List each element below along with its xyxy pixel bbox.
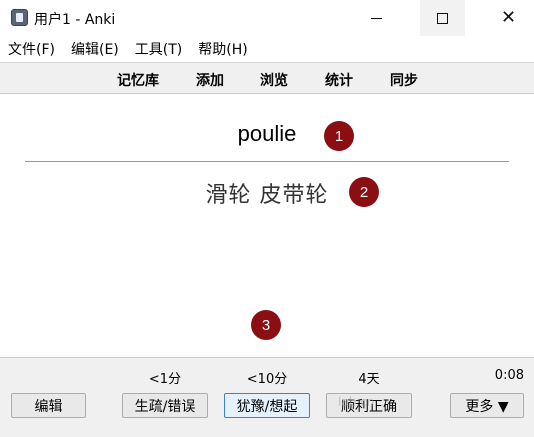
menu-file[interactable]: 文件(F): [8, 39, 55, 59]
menu-bar: 文件(F) 编辑(E) 工具(T) 帮助(H): [0, 38, 534, 60]
minimize-button[interactable]: [354, 0, 399, 36]
menu-edit[interactable]: 编辑(E): [71, 39, 119, 59]
edit-button[interactable]: 编辑: [11, 393, 86, 418]
annotation-marker-1: 1: [324, 121, 354, 151]
card-back-text: 滑轮 皮带轮: [205, 183, 329, 208]
minimize-icon: [371, 17, 382, 19]
interval-good: 4天: [358, 372, 380, 387]
menu-tools[interactable]: 工具(T): [135, 39, 182, 59]
annotation-marker-2: 2: [349, 177, 379, 207]
toolbar-add-link[interactable]: 添加: [196, 70, 224, 90]
toolbar-browse-link[interactable]: 浏览: [260, 70, 288, 90]
close-icon: ✕: [500, 7, 517, 28]
maximize-button[interactable]: [420, 0, 465, 36]
more-button[interactable]: 更多 ▼: [450, 393, 524, 418]
maximize-icon: [437, 12, 448, 24]
card-view: poulie 1 滑轮 皮带轮 2 3: [0, 95, 534, 357]
interval-again: <1分: [148, 372, 182, 387]
title-bar: 用户1 - Anki ✕: [0, 0, 534, 36]
window-title: 用户1 - Anki: [34, 12, 116, 28]
review-timer: 0:08: [494, 368, 524, 383]
toolbar-sync-link[interactable]: 同步: [390, 70, 418, 90]
answer-divider: [25, 161, 509, 162]
watermark: lab.cn: [338, 395, 375, 409]
toolbar-decks-link[interactable]: 记忆库: [117, 70, 159, 90]
toolbar-stats-link[interactable]: 统计: [325, 70, 353, 90]
main-toolbar: 记忆库 添加 浏览 统计 同步: [0, 62, 534, 94]
hard-button[interactable]: 犹豫/想起: [224, 393, 310, 418]
close-button[interactable]: ✕: [486, 0, 531, 36]
interval-hard: <10分: [246, 372, 288, 387]
menu-help[interactable]: 帮助(H): [198, 39, 247, 59]
anki-app-icon: [11, 9, 28, 26]
annotation-marker-3: 3: [251, 310, 281, 340]
again-button[interactable]: 生疏/错误: [122, 393, 208, 418]
answer-bar: <1分 <10分 4天 0:08 编辑 生疏/错误 犹豫/想起 顺利正确 更多 …: [0, 357, 534, 437]
card-front-text: poulie: [237, 121, 297, 146]
